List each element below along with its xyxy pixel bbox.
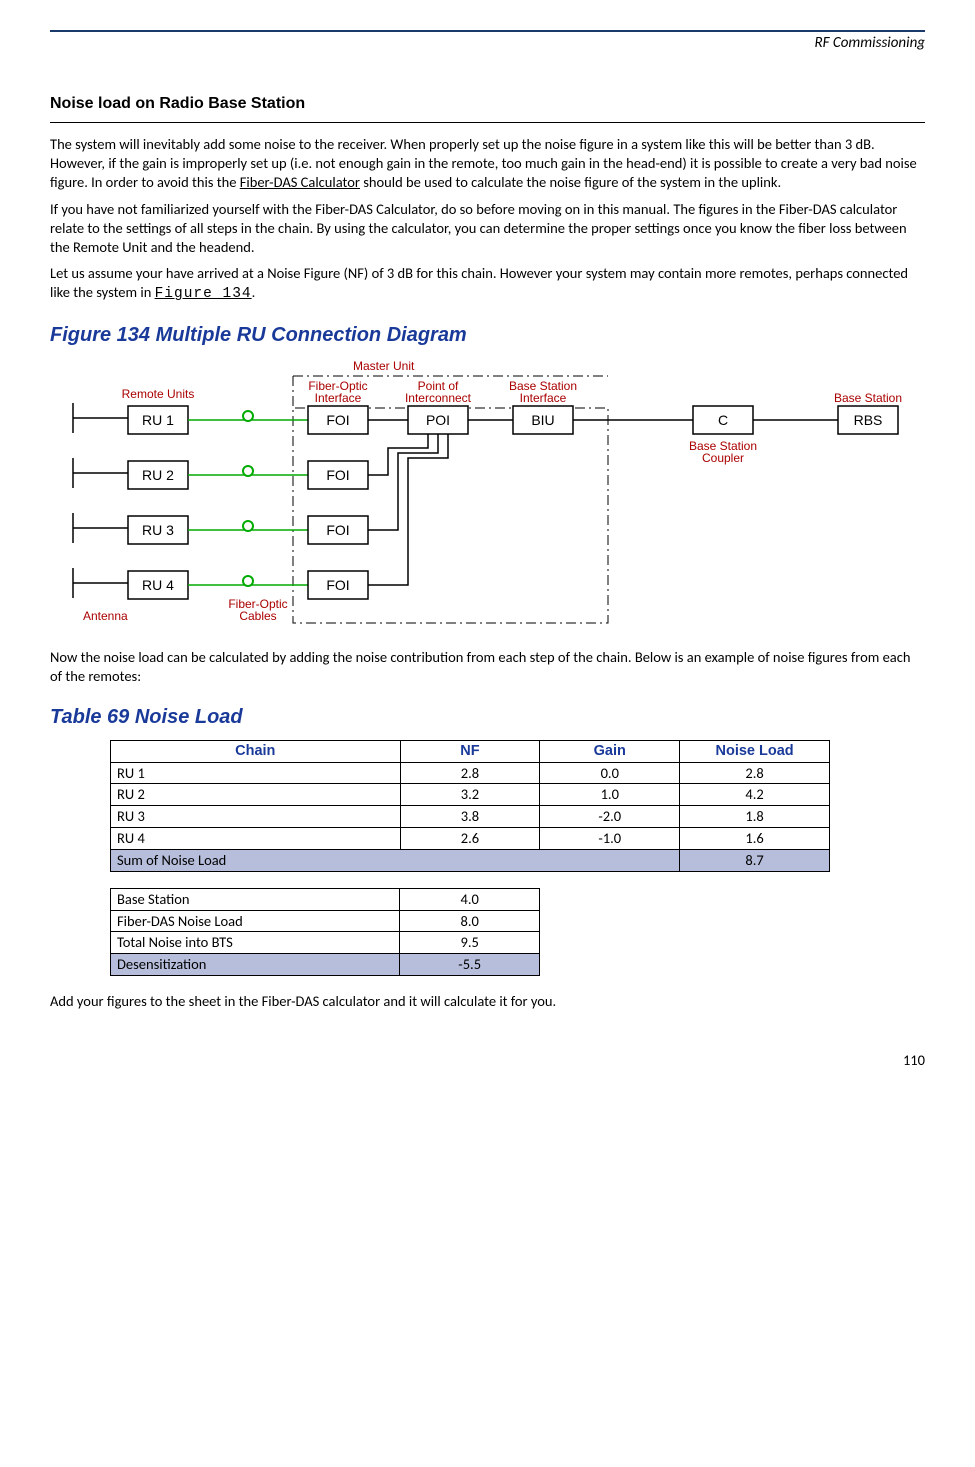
col-gain: Gain (540, 740, 680, 762)
noise-load-table: Chain NF Gain Noise Load RU 1 2.8 0.0 2.… (110, 740, 830, 872)
paragraph-1-text-b: should be used to calculate the noise fi… (360, 173, 781, 191)
cell: -2.0 (540, 806, 680, 828)
running-header: RF Commissioning (50, 34, 925, 54)
cell: 4.2 (680, 784, 830, 806)
section-rule (50, 122, 925, 123)
svg-text:FOI: FOI (326, 412, 349, 428)
cell: 2.6 (400, 828, 540, 850)
cables-label-2: Cables (239, 609, 276, 623)
cell: Base Station (111, 888, 400, 910)
svg-text:RU 1: RU 1 (142, 412, 174, 428)
page-number: 110 (50, 1051, 925, 1070)
cell: -1.0 (540, 828, 680, 850)
svg-text:RBS: RBS (853, 412, 882, 428)
ru-row-2: RU 2 (73, 458, 308, 489)
desens-label: Desensitization (111, 954, 400, 976)
figure-caption: Figure 134 Multiple RU Connection Diagra… (50, 322, 925, 348)
col-nf: NF (400, 740, 540, 762)
cell: RU 1 (111, 762, 401, 784)
cell: 1.0 (540, 784, 680, 806)
svg-text:BIU: BIU (531, 412, 554, 428)
master-unit-label: Master Unit (353, 359, 415, 373)
cell: RU 4 (111, 828, 401, 850)
cell: 4.0 (400, 888, 540, 910)
ru-row-1: RU 1 (73, 403, 308, 434)
desens-value: -5.5 (400, 954, 540, 976)
cell: Total Noise into BTS (111, 932, 400, 954)
svg-text:RU 4: RU 4 (142, 577, 174, 593)
paragraph-2: If you have not familiarized yourself wi… (50, 200, 925, 257)
svg-text:RU 3: RU 3 (142, 522, 174, 538)
antenna-label: Antenna (83, 609, 128, 623)
connection-diagram: .box { fill:#fff; stroke:#000; stroke-wi… (68, 358, 908, 638)
section-heading: Noise load on Radio Base Station (50, 94, 925, 115)
foi-top-label-2: Interface (314, 391, 361, 405)
col-chain: Chain (111, 740, 401, 762)
paragraph-1: The system will inevitably add some nois… (50, 135, 925, 192)
svg-text:RU 2: RU 2 (142, 467, 174, 483)
svg-text:FOI: FOI (326, 577, 349, 593)
cell: 3.8 (400, 806, 540, 828)
cell: 2.8 (400, 762, 540, 784)
col-noise-load: Noise Load (680, 740, 830, 762)
cell: 3.2 (400, 784, 540, 806)
cell: RU 2 (111, 784, 401, 806)
cell: 1.8 (680, 806, 830, 828)
remote-units-label: Remote Units (121, 387, 194, 401)
ru-row-3: RU 3 (73, 513, 308, 544)
svg-text:C: C (717, 412, 727, 428)
svg-text:FOI: FOI (326, 467, 349, 483)
fiber-das-calculator-link[interactable]: Fiber-DAS Calculator (240, 173, 360, 191)
ru-row-4: RU 4 (73, 568, 308, 599)
cell: 1.6 (680, 828, 830, 850)
paragraph-3: Let us assume your have arrived at a Noi… (50, 264, 925, 304)
header-rule (50, 30, 925, 32)
svg-text:POI: POI (425, 412, 449, 428)
bts-table: Base Station 4.0 Fiber-DAS Noise Load 8.… (110, 888, 540, 976)
svg-text:FOI: FOI (326, 522, 349, 538)
paragraph-3-text-b: . (252, 283, 256, 301)
cell: 8.0 (400, 910, 540, 932)
cell: 9.5 (400, 932, 540, 954)
table-caption: Table 69 Noise Load (50, 704, 925, 730)
coupler-label-2: Coupler (701, 451, 743, 465)
figure-134-link[interactable]: Figure 134 (155, 286, 252, 302)
biu-top-label-2: Interface (519, 391, 566, 405)
poi-top-label-2: Interconnect (404, 391, 471, 405)
bs-top-label: Base Station (833, 391, 901, 405)
cell: 0.0 (540, 762, 680, 784)
cell: 2.8 (680, 762, 830, 784)
paragraph-5: Add your figures to the sheet in the Fib… (50, 992, 925, 1011)
cell: RU 3 (111, 806, 401, 828)
sum-label: Sum of Noise Load (111, 849, 680, 871)
sum-value: 8.7 (680, 849, 830, 871)
paragraph-4: Now the noise load can be calculated by … (50, 648, 925, 686)
cell: Fiber-DAS Noise Load (111, 910, 400, 932)
